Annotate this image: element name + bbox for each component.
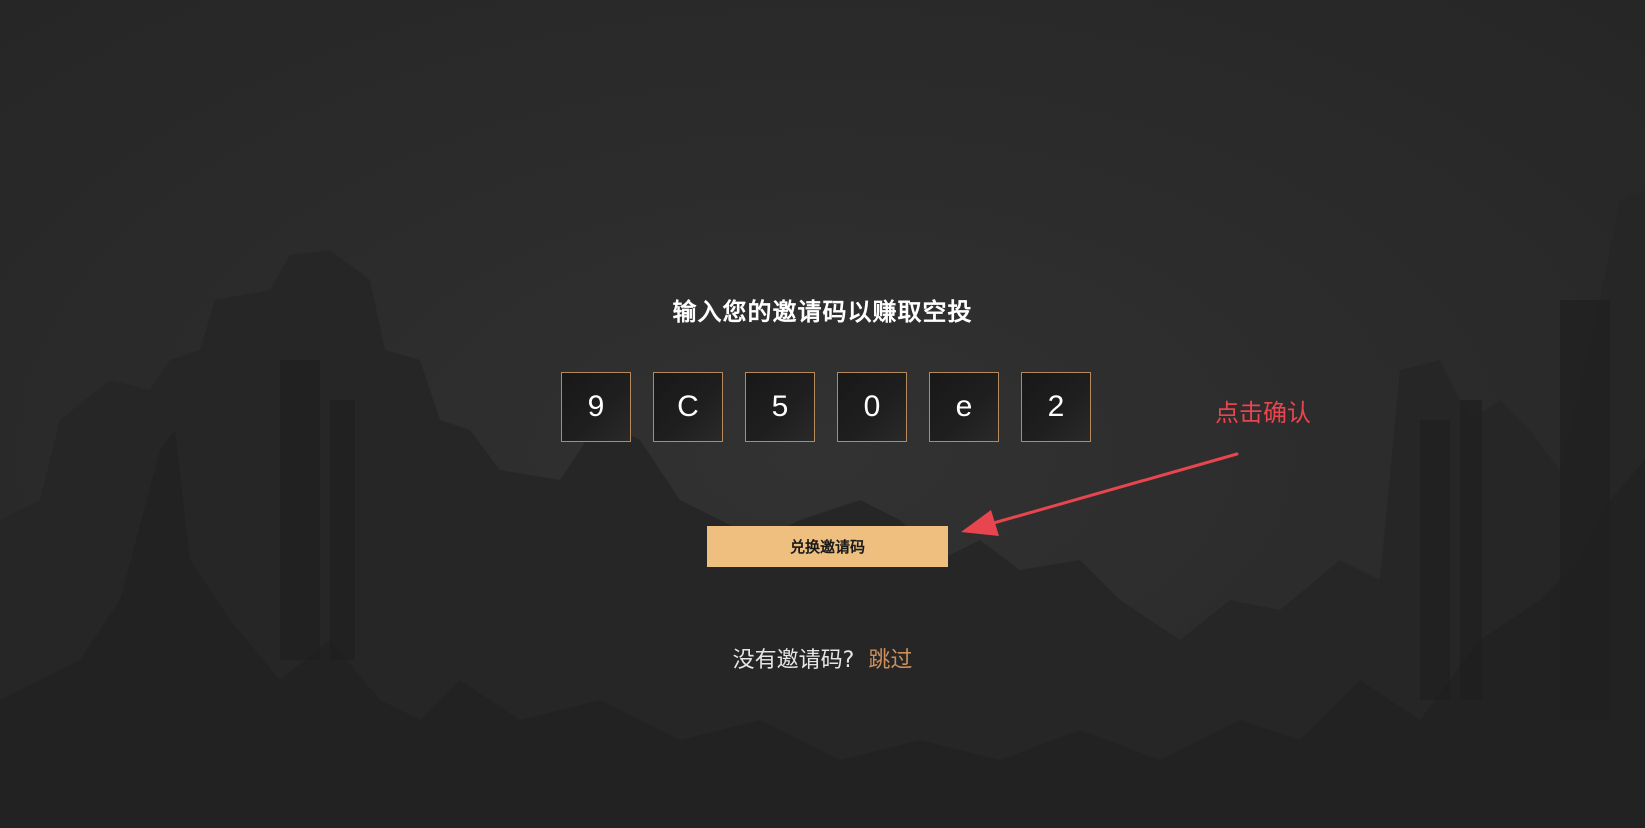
code-digit-input-4[interactable]: 0 xyxy=(837,372,907,442)
redeem-invite-code-button[interactable]: 兑换邀请码 xyxy=(707,526,948,567)
annotation-label: 点击确认 xyxy=(1215,399,1311,427)
annotation-arrow-icon xyxy=(961,452,1239,536)
code-digit-input-2[interactable]: C xyxy=(653,372,723,442)
skip-row: 没有邀请码? 跳过 xyxy=(0,642,1645,674)
code-digit-input-3[interactable]: 5 xyxy=(745,372,815,442)
code-digit-input-1[interactable]: 9 xyxy=(561,372,631,442)
no-invite-code-label: 没有邀请码? xyxy=(732,648,855,673)
code-digit-input-5[interactable]: e xyxy=(929,372,999,442)
page-title: 输入您的邀请码以赚取空投 xyxy=(672,298,973,326)
invite-code-page: 输入您的邀请码以赚取空投 9 C 5 0 e 2 兑换邀请码 没有邀请码? 跳过 … xyxy=(0,0,1645,828)
mountain-background-illustration xyxy=(0,190,1645,828)
code-digit-input-6[interactable]: 2 xyxy=(1021,372,1091,442)
skip-link[interactable]: 跳过 xyxy=(868,648,912,673)
